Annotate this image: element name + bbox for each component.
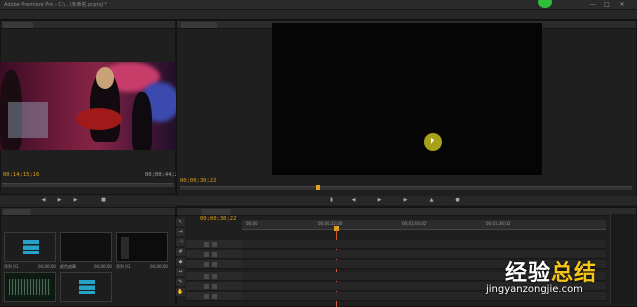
program-screen[interactable] — [272, 23, 542, 175]
tab-sequence[interactable] — [201, 209, 231, 215]
insert-icon[interactable]: ■ — [100, 197, 107, 203]
ruler-label: 00;01;36;02 — [486, 221, 511, 226]
band-member-figure — [132, 92, 152, 150]
track-header[interactable] — [186, 260, 242, 269]
timeline-tabstrip — [177, 208, 636, 216]
minimize-button[interactable]: — — [587, 0, 599, 9]
source-video-frame — [0, 62, 176, 150]
lock-icon[interactable] — [212, 262, 217, 267]
source-transport-controls: ◀ ▶ ▶ ■ — [0, 196, 176, 205]
step-back-icon[interactable]: ◀ — [350, 197, 357, 203]
rolling-tool-icon[interactable]: # — [176, 248, 185, 256]
track-header[interactable] — [186, 272, 242, 281]
slip-tool-icon[interactable]: ↔ — [176, 268, 185, 276]
ruler-label: 00;00 — [246, 221, 258, 226]
eye-icon[interactable] — [204, 262, 209, 267]
guitar — [76, 108, 122, 130]
lock-icon[interactable] — [212, 294, 217, 299]
program-time-ruler[interactable] — [180, 186, 632, 190]
ripple-tool-icon[interactable]: ⊣ — [176, 238, 185, 246]
export-frame-icon[interactable]: ● — [454, 197, 461, 203]
clip-frame — [121, 237, 129, 259]
project-item-meta: 00;00;00 — [38, 264, 56, 269]
watermark-brand: 经验总结 — [505, 255, 597, 287]
tab-program[interactable] — [181, 22, 217, 28]
tab-project[interactable] — [3, 209, 31, 215]
watermark-brand-part2: 总结 — [551, 261, 598, 286]
step-back-icon[interactable]: ◀ — [40, 197, 47, 203]
razor-tool-icon[interactable]: ◆ — [176, 258, 185, 266]
ruler-label: 00;01;04;02 — [402, 221, 427, 226]
track-header[interactable] — [186, 240, 242, 249]
pen-tool-icon[interactable]: ✎ — [176, 278, 185, 286]
eye-icon[interactable] — [204, 242, 209, 247]
speaker-icon[interactable] — [204, 284, 209, 289]
audio-meters — [610, 214, 634, 304]
speaker-icon[interactable] — [204, 294, 209, 299]
project-item-label: 序列 01 — [116, 264, 131, 269]
menu-bar — [0, 10, 637, 20]
sequence-icon — [79, 280, 95, 294]
source-time-ruler[interactable] — [2, 183, 174, 187]
window-title: Adobe Premiere Pro - C:\...\未命名.prproj * — [4, 2, 108, 8]
timeline-current-timecode[interactable]: 00;00;30;22 — [200, 216, 236, 222]
hand-tool-icon[interactable]: ✋ — [176, 288, 185, 296]
timeline-ruler[interactable]: 00;00 00;00;32;00 00;01;04;02 00;01;36;0… — [242, 220, 606, 230]
mouse-cursor-icon — [431, 138, 434, 144]
lock-icon[interactable] — [212, 284, 217, 289]
step-forward-icon[interactable]: ▶ — [402, 197, 409, 203]
track-header[interactable] — [186, 282, 242, 291]
lift-icon[interactable]: ▲ — [428, 197, 435, 203]
selection-tool-icon[interactable]: ↖ — [176, 218, 185, 226]
lock-icon[interactable] — [212, 274, 217, 279]
project-item-thumb[interactable] — [60, 232, 112, 262]
play-button[interactable]: ▶ — [376, 197, 383, 203]
maximize-button[interactable]: □ — [601, 0, 613, 9]
project-item-label: 序列 01 — [4, 264, 19, 269]
speaker-icon[interactable] — [204, 274, 209, 279]
project-item-label: 颜色遮罩 — [60, 264, 76, 269]
track-header[interactable] — [186, 292, 242, 301]
track-header[interactable] — [186, 250, 242, 259]
program-playhead-marker[interactable] — [316, 185, 320, 190]
audio-waveform — [9, 279, 51, 295]
overlay-graphic — [8, 102, 48, 138]
program-transport-controls: ▮ ◀ ▶ ▶ ▲ ● — [176, 196, 637, 205]
project-tabstrip — [1, 208, 175, 216]
program-current-timecode[interactable]: 00;00;30;22 — [180, 178, 216, 184]
performer-head — [96, 67, 114, 89]
watermark-url: jingyanzongjie.com — [486, 284, 583, 295]
project-item-meta: 00;00;00 — [150, 264, 168, 269]
project-item-meta: 00;00;00 — [94, 264, 112, 269]
source-current-timecode[interactable]: 00;14;15;16 — [3, 172, 39, 178]
source-tabstrip — [1, 21, 175, 29]
eye-icon[interactable] — [204, 252, 209, 257]
sequence-icon — [23, 240, 39, 254]
project-item-thumb[interactable] — [4, 272, 56, 302]
play-button[interactable]: ▶ — [56, 197, 63, 203]
close-button[interactable]: ✕ — [616, 0, 628, 9]
watermark-brand-part1: 经验 — [505, 261, 552, 286]
tab-source[interactable] — [3, 22, 33, 28]
premiere-window: Adobe Premiere Pro - C:\...\未命名.prproj *… — [0, 0, 637, 307]
project-item-thumb[interactable] — [4, 232, 56, 262]
track-lane[interactable] — [242, 240, 606, 249]
lock-icon[interactable] — [212, 242, 217, 247]
mark-in-icon[interactable]: ▮ — [328, 197, 335, 203]
step-forward-icon[interactable]: ▶ — [72, 197, 79, 203]
project-item-thumb[interactable] — [60, 272, 112, 302]
lock-icon[interactable] — [212, 252, 217, 257]
track-select-tool-icon[interactable]: ⇥ — [176, 228, 185, 236]
project-item-thumb[interactable] — [116, 232, 168, 262]
